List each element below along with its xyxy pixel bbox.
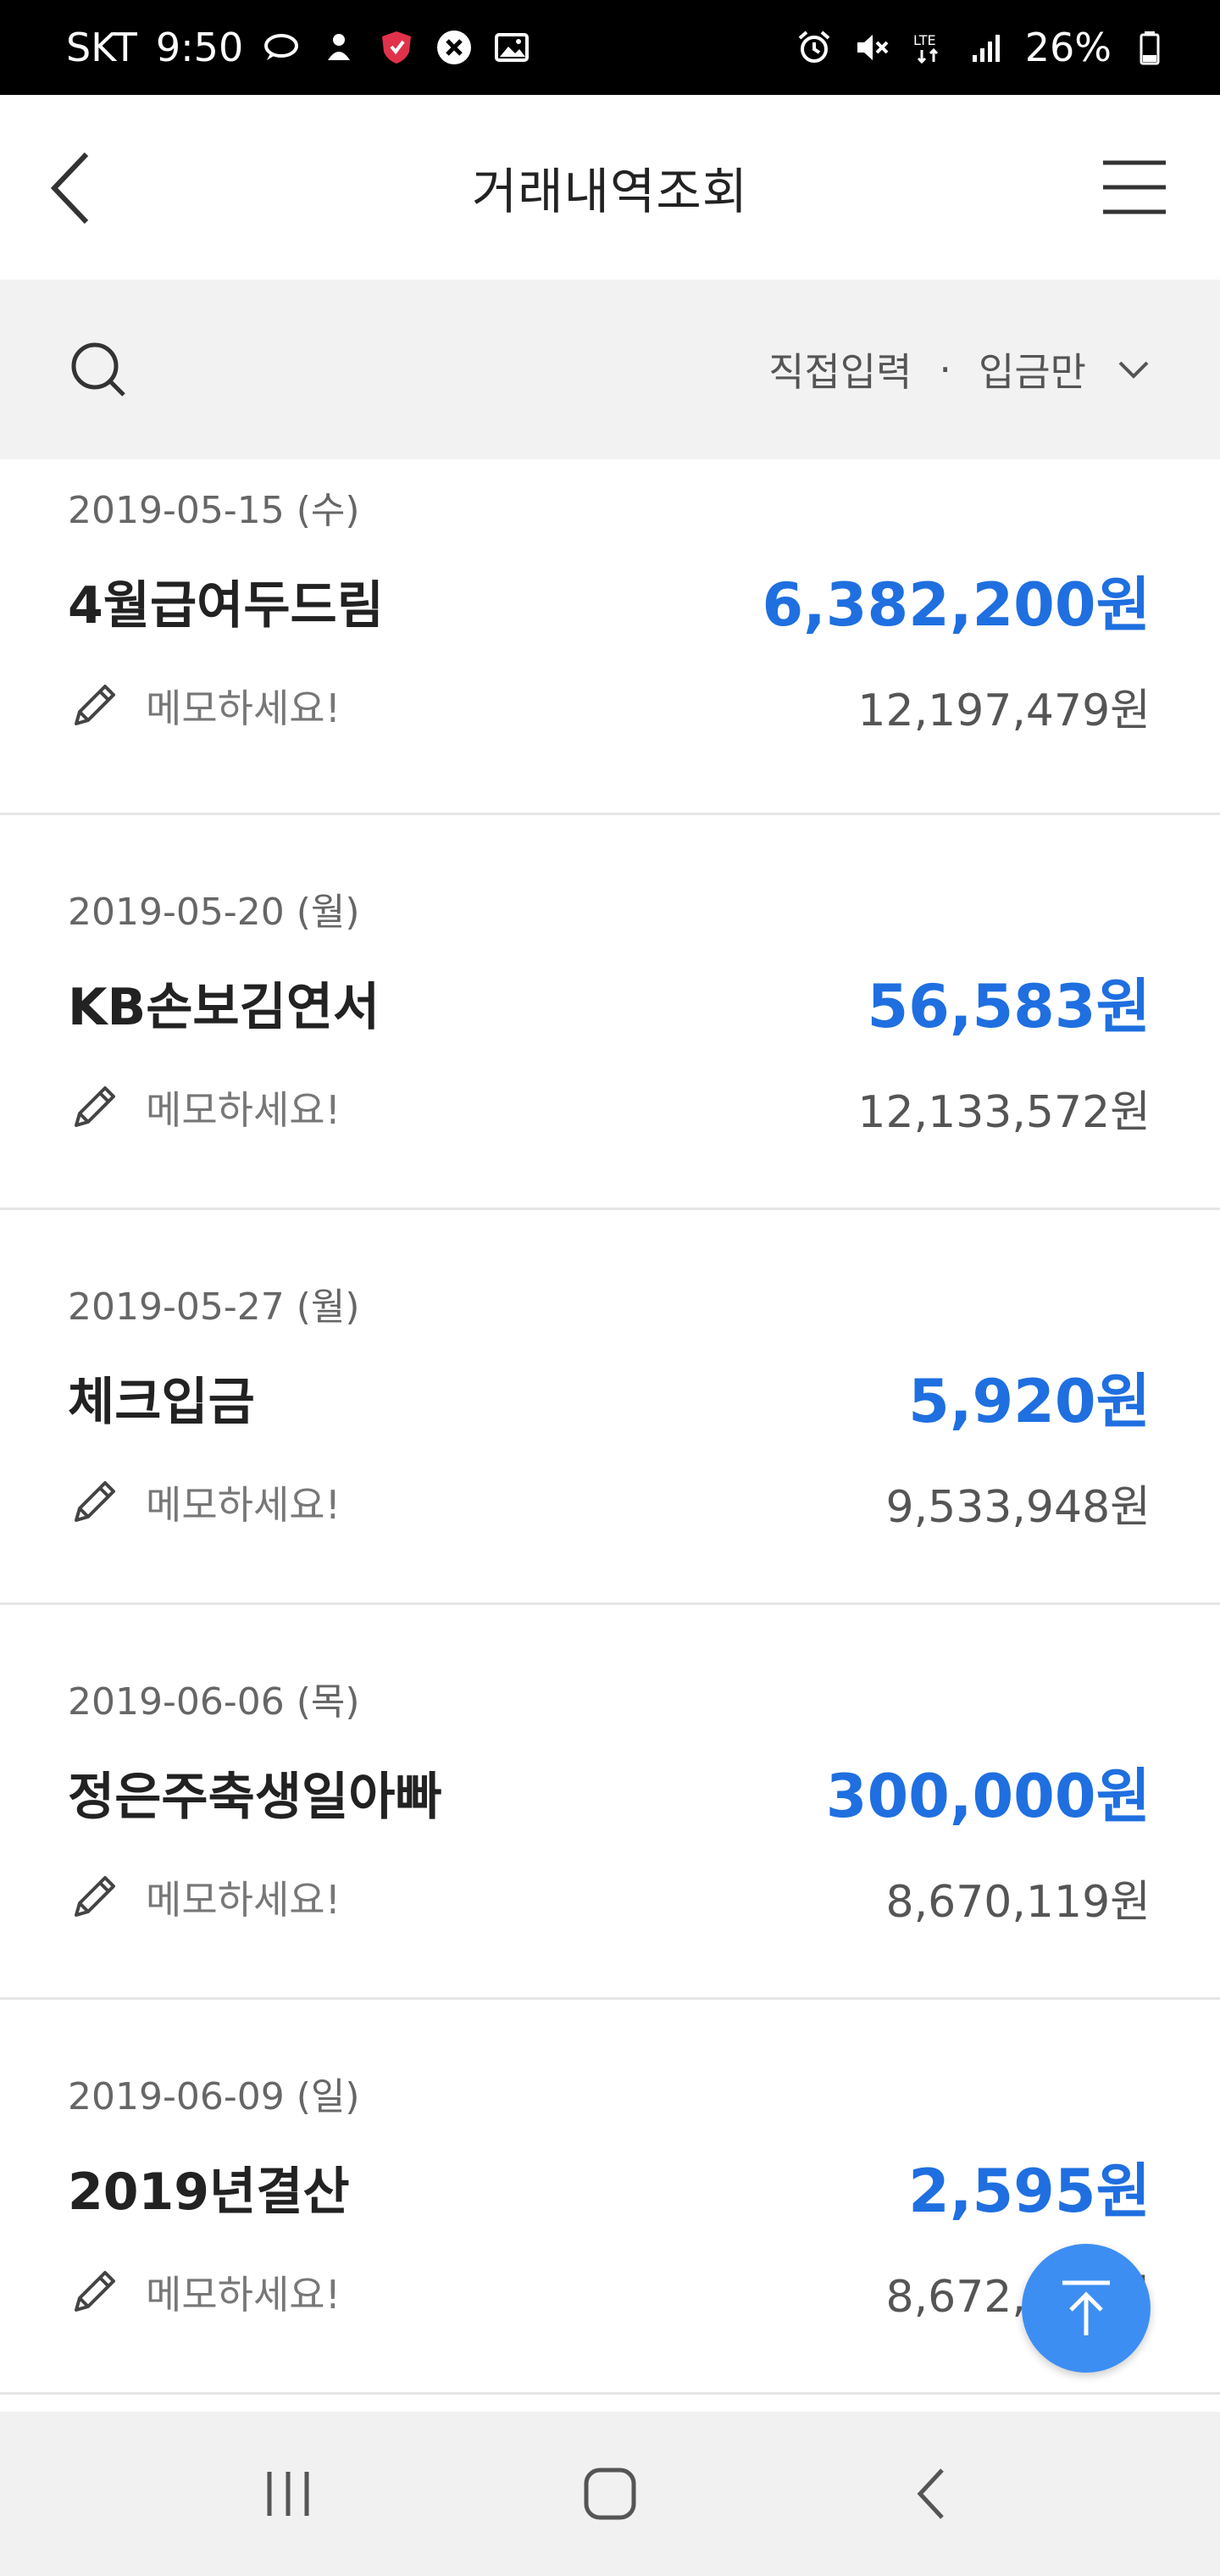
chat-icon	[262, 28, 301, 67]
pencil-icon	[75, 1876, 115, 1917]
memo-button[interactable]: 메모하세요!	[68, 1080, 341, 1135]
transaction-row[interactable]: 2019-05-27 (월) 체크입금 5,920원 메모하세요! 9,533,…	[0, 1210, 1220, 1605]
transaction-name: 2019년결산	[68, 2162, 350, 2222]
pencil-icon	[75, 1481, 115, 1522]
transaction-date: 2019-06-09 (일)	[68, 2075, 360, 2118]
transaction-amount: 6,382,200원	[762, 570, 1151, 640]
pencil-icon	[75, 685, 115, 725]
transaction-date: 2019-05-20 (월)	[68, 891, 360, 934]
filter-separator: ·	[939, 347, 952, 392]
transaction-name: 4월급여두드림	[68, 576, 384, 636]
pencil-icon	[75, 2271, 115, 2312]
home-icon	[584, 2468, 636, 2520]
chevron-left-icon	[50, 152, 89, 225]
notification-icon	[319, 28, 358, 67]
filter-type: 입금만	[979, 349, 1086, 395]
signal-icon	[968, 28, 1006, 67]
mute-icon	[852, 28, 891, 67]
recent-apps-button[interactable]	[250, 2456, 326, 2532]
svg-text:LTE: LTE	[913, 32, 936, 48]
transaction-row[interactable]: 2019-05-15 (수) 4월급여두드림 6,382,200원 메모하세요!…	[0, 459, 1220, 815]
transaction-row[interactable]: 2019-05-20 (월) KB손보김연서 56,583원 메모하세요! 12…	[0, 815, 1220, 1210]
transaction-amount: 5,920원	[908, 1367, 1151, 1436]
chevron-down-icon	[1118, 361, 1149, 379]
transaction-amount: 300,000원	[825, 1762, 1151, 1831]
status-left: SKT 9:50	[66, 25, 531, 70]
back-button[interactable]	[42, 147, 102, 229]
close-circle-icon	[435, 28, 474, 67]
memo-button[interactable]: 메모하세요!	[68, 678, 341, 734]
search-button[interactable]	[68, 339, 129, 400]
page-title: 거래내역조회	[471, 163, 749, 220]
carrier-label: SKT	[66, 25, 137, 70]
transaction-date: 2019-05-27 (월)	[68, 1285, 360, 1329]
image-icon	[492, 28, 531, 67]
navigation-bar	[0, 2412, 1220, 2576]
transaction-name: KB손보김연서	[68, 978, 380, 1037]
arrow-up-icon	[1062, 2280, 1110, 2335]
menu-button[interactable]	[1101, 158, 1167, 217]
transaction-balance: 9,533,948원	[885, 1482, 1151, 1533]
filter-dropdown[interactable]: 직접입력 · 입금만	[768, 341, 1152, 397]
transaction-name: 정은주축생일아빠	[68, 1768, 442, 1827]
memo-button[interactable]: 메모하세요!	[68, 2264, 341, 2320]
filter-bar: 직접입력 · 입금만	[0, 280, 1220, 459]
scroll-to-top-button[interactable]	[1022, 2244, 1151, 2373]
memo-placeholder: 메모하세요!	[146, 2272, 341, 2318]
pencil-icon	[75, 1086, 115, 1127]
status-right: LTE 26%	[795, 25, 1169, 70]
filter-mode: 직접입력	[768, 349, 912, 395]
transaction-amount: 2,595원	[908, 2157, 1151, 2226]
search-icon	[71, 342, 125, 397]
transaction-balance: 12,197,479원	[857, 686, 1151, 736]
hamburger-icon	[1103, 160, 1166, 214]
transaction-date: 2019-06-06 (목)	[68, 1680, 360, 1724]
transaction-name: 체크입금	[68, 1373, 255, 1432]
memo-placeholder: 메모하세요!	[146, 1877, 341, 1923]
memo-placeholder: 메모하세요!	[146, 686, 341, 731]
memo-placeholder: 메모하세요!	[146, 1087, 341, 1133]
shield-icon	[377, 28, 416, 67]
transaction-row[interactable]: 2019-06-06 (목) 정은주축생일아빠 300,000원 메모하세요! …	[0, 1605, 1220, 2000]
lte-icon: LTE	[910, 28, 949, 67]
transaction-list[interactable]: 2019-05-15 (수) 4월급여두드림 6,382,200원 메모하세요!…	[0, 459, 1220, 2412]
back-icon	[917, 2468, 944, 2519]
clock: 9:50	[155, 25, 244, 70]
transaction-amount: 56,583원	[867, 972, 1151, 1041]
memo-placeholder: 메모하세요!	[146, 1482, 341, 1528]
alarm-icon	[795, 28, 834, 67]
transaction-balance: 12,133,572원	[857, 1087, 1151, 1138]
nav-back-button[interactable]	[894, 2456, 970, 2532]
battery-icon	[1130, 28, 1169, 67]
home-button[interactable]	[572, 2456, 648, 2532]
transaction-date: 2019-05-15 (수)	[68, 489, 360, 532]
status-bar: SKT 9:50 LTE 26%	[0, 0, 1220, 95]
battery-percent: 26%	[1024, 25, 1112, 70]
app-header: 거래내역조회	[0, 95, 1220, 280]
memo-button[interactable]: 메모하세요!	[68, 1474, 341, 1530]
recent-apps-icon	[267, 2472, 309, 2516]
memo-button[interactable]: 메모하세요!	[68, 1869, 341, 1925]
transaction-balance: 8,670,119원	[885, 1877, 1151, 1928]
